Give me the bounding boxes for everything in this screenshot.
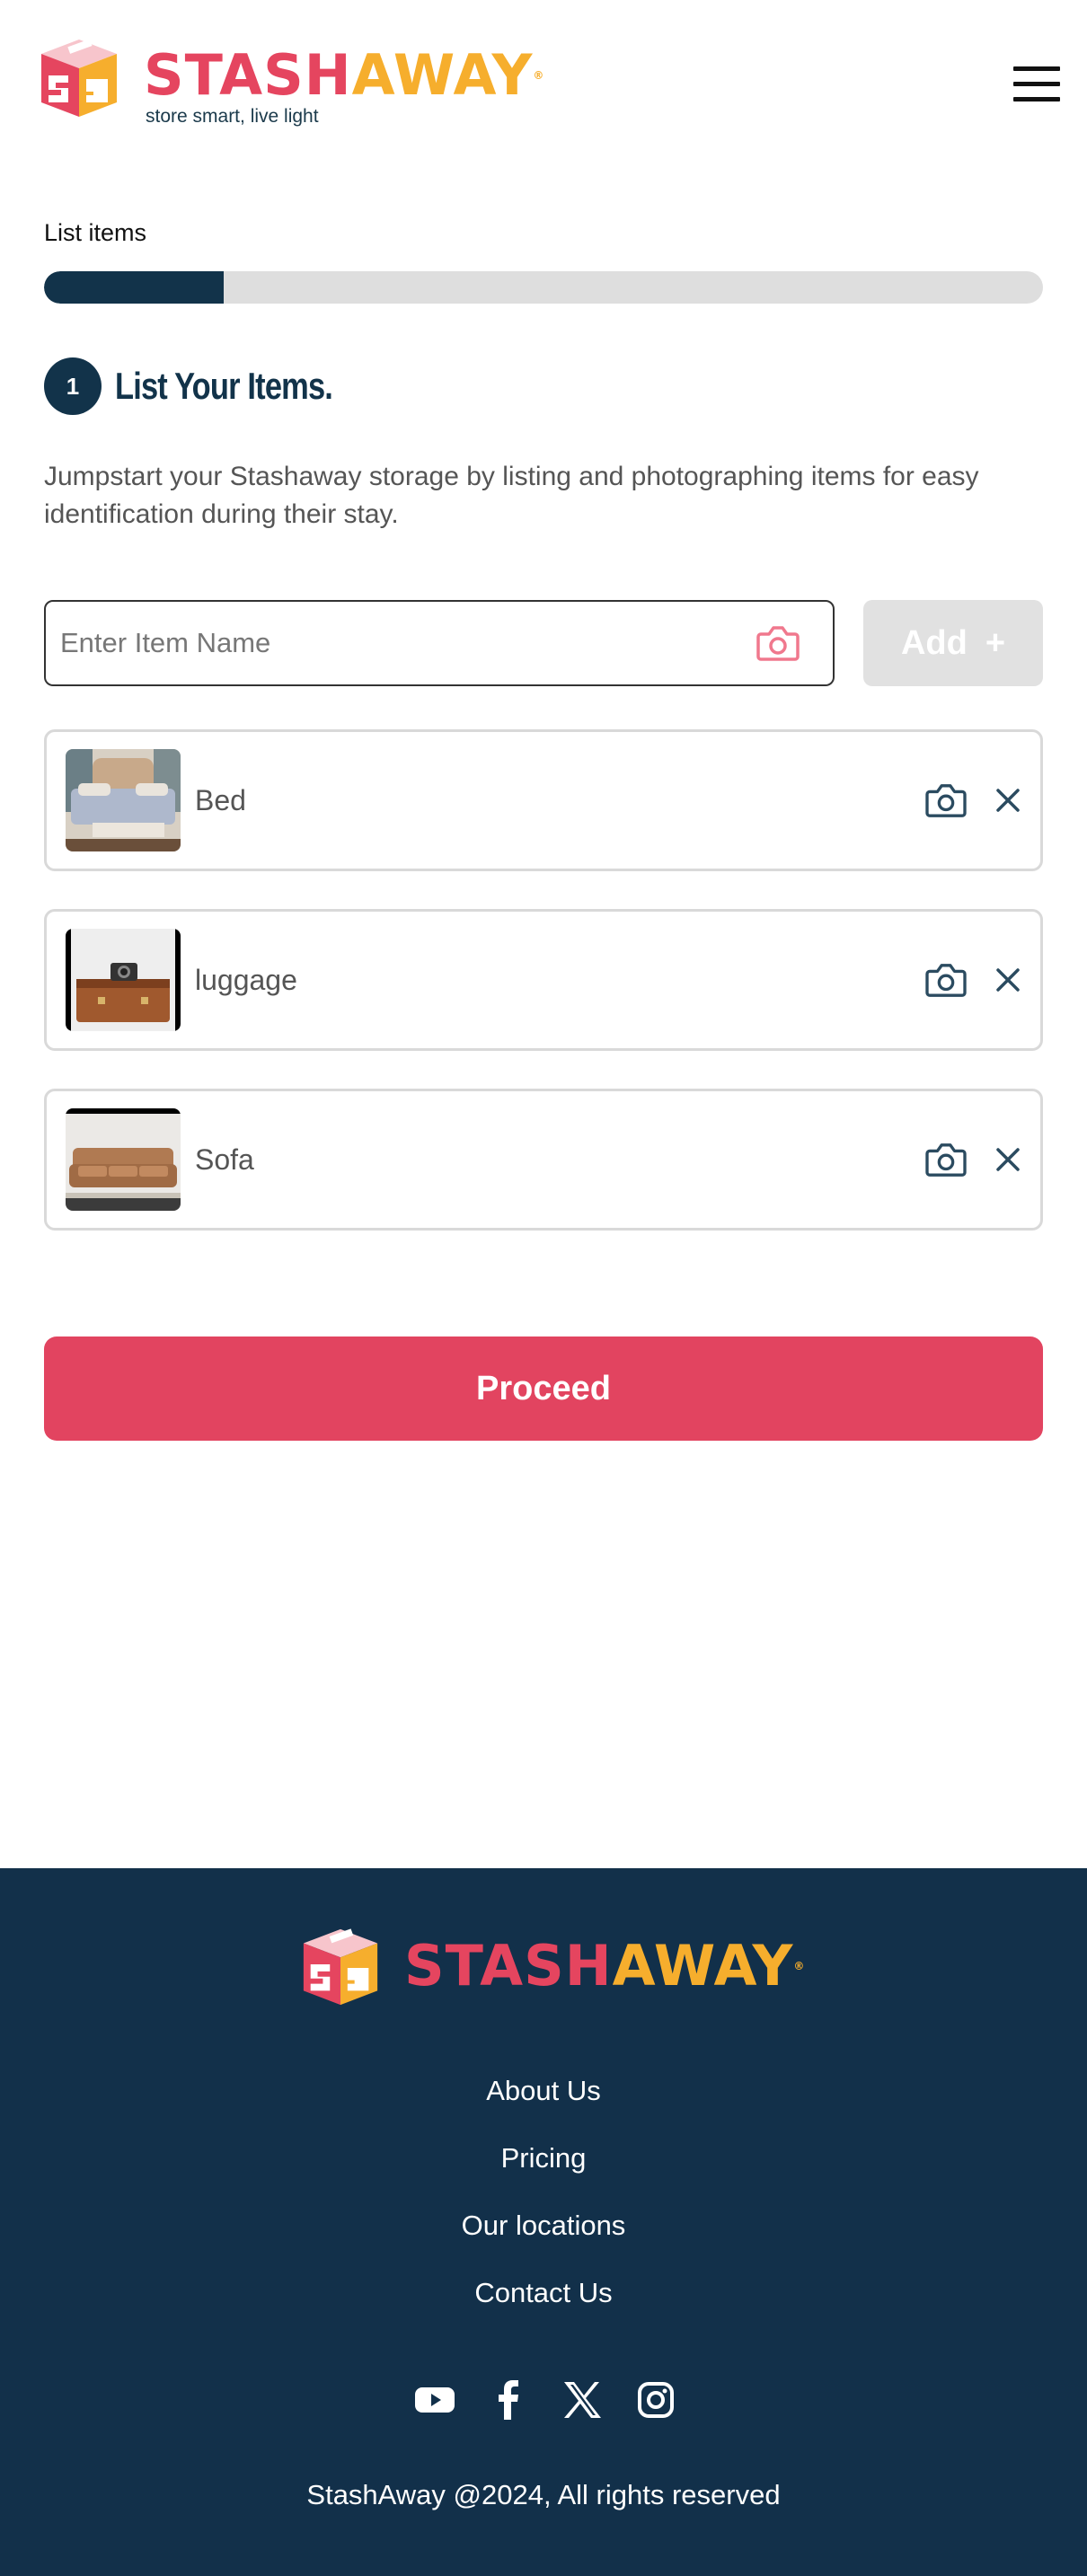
- footer-brand-logo[interactable]: STASHAWAY®: [296, 1924, 805, 2008]
- add-button-label: Add: [900, 623, 968, 662]
- footer-link-contact-us[interactable]: Contact Us: [0, 2273, 1087, 2341]
- footer-logo-wordmark: STASHAWAY®: [404, 1933, 806, 1998]
- item-name-field[interactable]: [44, 600, 835, 686]
- close-icon[interactable]: [990, 962, 1026, 998]
- plus-icon: +: [985, 623, 1006, 662]
- footer: STASHAWAY® About Us Pricing Our location…: [0, 1868, 1087, 2576]
- luggage-photo: [66, 929, 181, 1031]
- logo-wordmark: STASHAWAY®: [144, 42, 545, 108]
- x-icon[interactable]: [562, 2380, 602, 2420]
- brand-logo[interactable]: STASHAWAY® store smart, live light: [34, 34, 544, 128]
- instagram-icon[interactable]: [636, 2380, 676, 2420]
- logo-box-icon: [41, 39, 117, 117]
- item-name-input[interactable]: [60, 627, 754, 659]
- step-title: List Your Items.: [115, 365, 333, 407]
- step-description: Jumpstart your Stashaway storage by list…: [44, 462, 979, 529]
- proceed-button[interactable]: Proceed: [44, 1337, 1043, 1441]
- close-icon[interactable]: [990, 782, 1026, 818]
- copyright-text: StashAway @2024, All rights reserved: [306, 2479, 781, 2510]
- close-icon[interactable]: [990, 1142, 1026, 1178]
- facebook-icon[interactable]: [489, 2380, 528, 2420]
- list-item-name: Bed: [195, 783, 246, 816]
- camera-icon[interactable]: [922, 1135, 970, 1184]
- progress-bar-fill: [44, 271, 225, 304]
- progress-label: List items: [44, 219, 147, 246]
- list-item: luggage: [44, 909, 1043, 1051]
- list-item: Bed: [44, 729, 1043, 871]
- footer-link-pricing[interactable]: Pricing: [0, 2139, 1087, 2206]
- social-links: [415, 2380, 676, 2420]
- sofa-photo: [66, 1108, 181, 1211]
- camera-icon[interactable]: [922, 776, 970, 825]
- add-item-button[interactable]: Add +: [863, 600, 1043, 686]
- list-item: Sofa: [44, 1089, 1043, 1231]
- footer-links: About Us Pricing Our locations Contact U…: [0, 2071, 1087, 2341]
- logo-box-icon: [303, 1928, 378, 2006]
- progress-bar: [44, 271, 1043, 304]
- footer-link-our-locations[interactable]: Our locations: [0, 2206, 1087, 2273]
- header: STASHAWAY® store smart, live light: [0, 0, 1087, 153]
- youtube-icon[interactable]: [415, 2380, 455, 2420]
- step-number-badge: 1: [44, 357, 102, 415]
- bed-photo: [66, 749, 181, 851]
- list-item-name: Sofa: [195, 1142, 254, 1176]
- camera-icon[interactable]: [922, 956, 970, 1004]
- list-item-name: luggage: [195, 963, 297, 996]
- menu-hamburger-icon[interactable]: [1013, 66, 1060, 102]
- footer-link-about-us[interactable]: About Us: [0, 2071, 1087, 2139]
- brand-tagline: store smart, live light: [146, 106, 319, 127]
- camera-icon[interactable]: [754, 619, 802, 667]
